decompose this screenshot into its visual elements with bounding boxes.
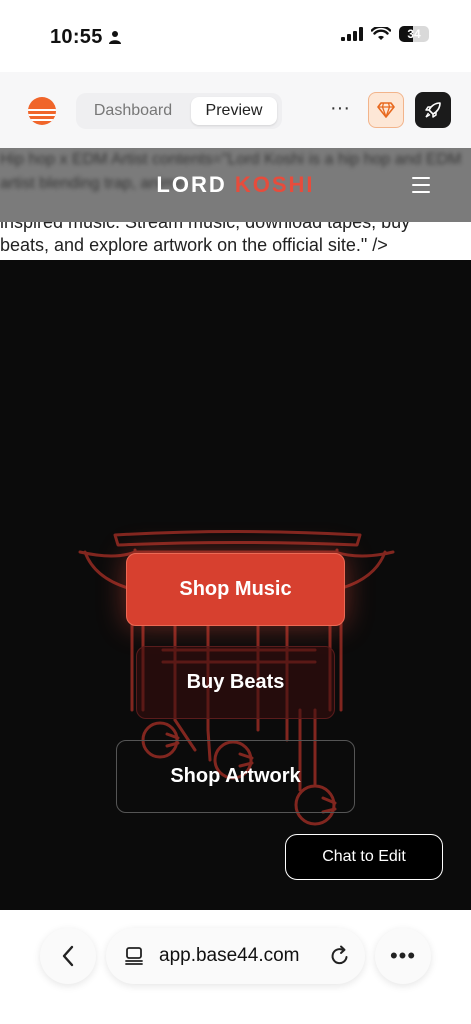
meta-line-2: beats, and explore artwork on the offici… xyxy=(0,235,388,255)
back-button[interactable] xyxy=(40,928,96,984)
publish-button[interactable] xyxy=(415,92,451,128)
tab-dashboard[interactable]: Dashboard xyxy=(82,97,184,125)
leaked-meta-text: inspired music. Stream music, download t… xyxy=(0,222,471,260)
shop-music-button[interactable]: Shop Music xyxy=(126,553,345,626)
person-icon xyxy=(109,31,121,44)
address-bar[interactable]: app.base44.com xyxy=(106,928,365,984)
reload-icon[interactable] xyxy=(329,945,351,967)
battery-level: 34 xyxy=(407,27,421,41)
brand-logo-icon[interactable] xyxy=(27,96,57,126)
hero-section: Shop Music Buy Beats Shop Artwork Chat t… xyxy=(0,260,471,910)
site-logo[interactable]: LORD KOSHI xyxy=(0,172,471,198)
rocket-icon xyxy=(425,102,441,118)
meta-line-1: inspired music. Stream music, download t… xyxy=(0,222,411,232)
site-header: Hip hop x EDM Artist contents="Lord Kosh… xyxy=(0,148,471,222)
upgrade-button[interactable] xyxy=(368,92,404,128)
wifi-icon xyxy=(371,27,391,40)
view-toggle: Dashboard Preview xyxy=(76,93,282,129)
browser-menu-button[interactable]: ••• xyxy=(375,928,431,984)
more-options-button[interactable]: ··· xyxy=(325,96,355,124)
hamburger-menu-icon[interactable] xyxy=(412,177,432,193)
shop-artwork-button[interactable]: Shop Artwork xyxy=(116,740,355,813)
cellular-signal-icon xyxy=(341,27,363,41)
tab-overview-icon[interactable] xyxy=(124,946,144,966)
battery-icon: 34 xyxy=(399,26,429,42)
diamond-icon xyxy=(377,102,395,118)
logo-accent: KOSHI xyxy=(234,172,315,197)
logo-primary: LORD xyxy=(156,172,227,197)
status-bar: 10:55 34 xyxy=(0,0,471,72)
chevron-left-icon xyxy=(62,945,74,967)
status-time: 10:55 xyxy=(50,26,103,48)
url-text: app.base44.com xyxy=(159,945,300,966)
buy-beats-button[interactable]: Buy Beats xyxy=(136,646,335,719)
status-indicators: 34 xyxy=(341,26,429,42)
chat-to-edit-button[interactable]: Chat to Edit xyxy=(285,834,443,880)
tab-preview[interactable]: Preview xyxy=(191,97,277,125)
